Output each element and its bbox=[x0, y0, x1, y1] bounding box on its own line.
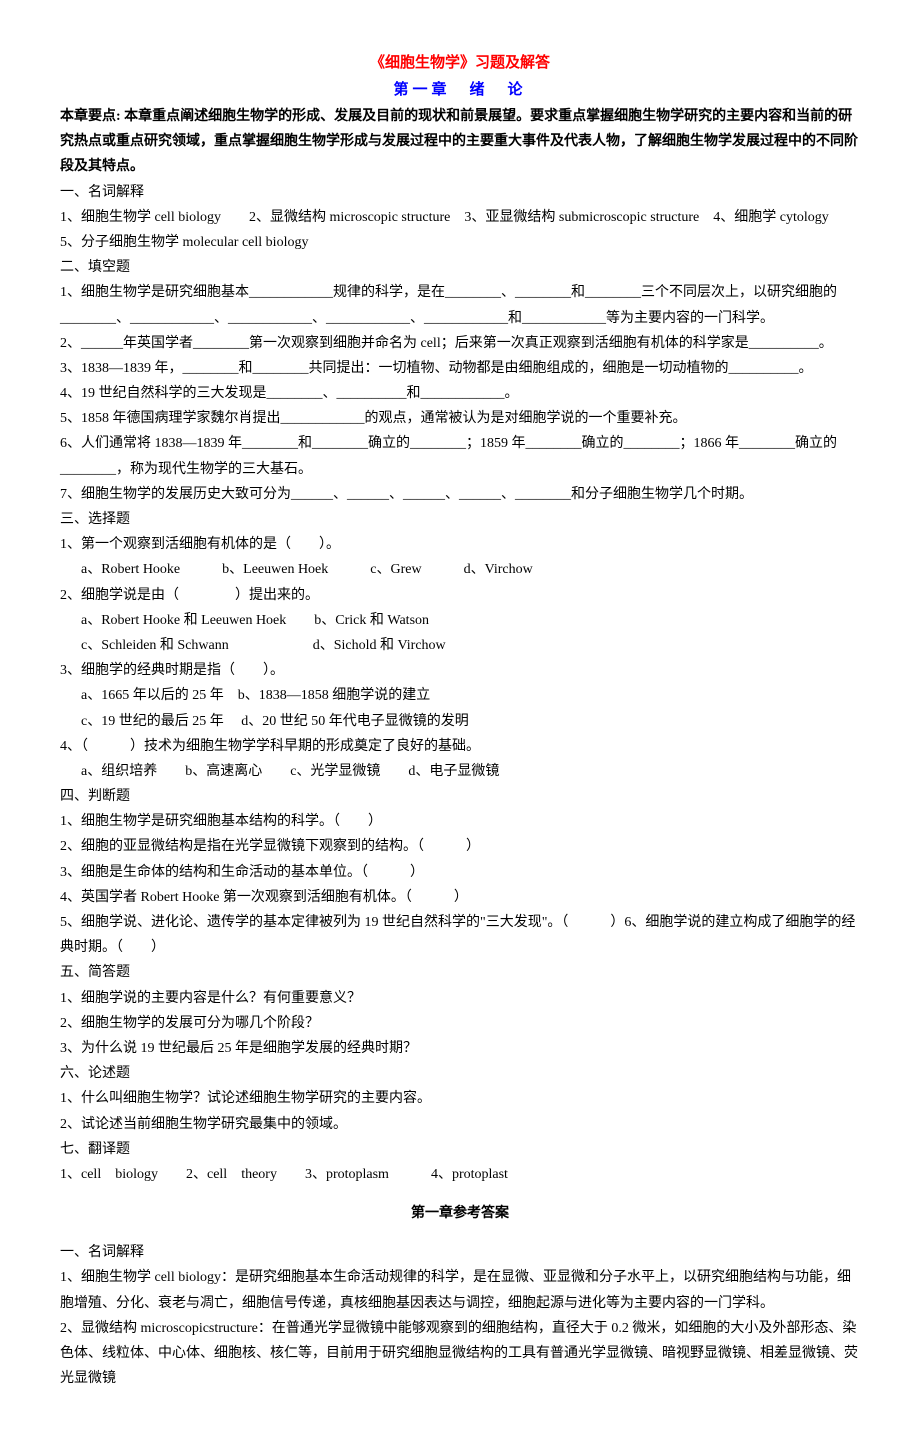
term-list-2: 5、分子细胞生物学 molecular cell biology bbox=[60, 230, 860, 255]
ans-term-2: 2、显微结构 microscopicstructure：在普通光学显微镜中能够观… bbox=[60, 1316, 860, 1392]
mc-q4-stem: 4、（ ）技术为细胞生物学学科早期的形成奠定了良好的基础。 bbox=[60, 734, 860, 759]
sa-1: 1、细胞学说的主要内容是什么？有何重要意义？ bbox=[60, 986, 860, 1011]
fill-7: 7、细胞生物学的发展历史大致可分为______、______、______、__… bbox=[60, 482, 860, 507]
mc-q3-opt1: a、1665 年以后的 25 年 b、1838—1858 细胞学说的建立 bbox=[60, 683, 860, 708]
fill-5: 5、1858 年德国病理学家魏尔肖提出____________的观点，通常被认为… bbox=[60, 406, 860, 431]
mc-q2-stem: 2、细胞学说是由（ ）提出来的。 bbox=[60, 583, 860, 608]
mc-q1-stem: 1、第一个观察到活细胞有机体的是（ ）。 bbox=[60, 532, 860, 557]
keypoints: 本章要点: 本章重点阐述细胞生物学的形成、发展及目前的现状和前景展望。要求重点掌… bbox=[60, 104, 860, 180]
fill-1: 1、细胞生物学是研究细胞基本____________规律的科学，是在______… bbox=[60, 280, 860, 330]
essay-1: 1、什么叫细胞生物学？试论述细胞生物学研究的主要内容。 bbox=[60, 1086, 860, 1111]
tf-5-6: 5、细胞学说、进化论、遗传学的基本定律被列为 19 世纪自然科学的"三大发现"。… bbox=[60, 910, 860, 960]
mc-q2-opt2: c、Schleiden 和 Schwann d、Sichold 和 Vircho… bbox=[60, 633, 860, 658]
tf-1: 1、细胞生物学是研究细胞基本结构的科学。（ ） bbox=[60, 809, 860, 834]
keypoints-text: 本章重点阐述细胞生物学的形成、发展及目前的现状和前景展望。要求重点掌握细胞生物学… bbox=[60, 109, 858, 174]
keypoints-label: 本章要点: bbox=[60, 109, 121, 124]
mc-q3-opt2: c、19 世纪的最后 25 年 d、20 世纪 50 年代电子显微镜的发明 bbox=[60, 709, 860, 734]
chapter-title: 第一章 绪 论 bbox=[60, 77, 860, 104]
term-list-1: 1、细胞生物学 cell biology 2、显微结构 microscopic … bbox=[60, 205, 860, 230]
fill-3: 3、1838—1839 年，________和________共同提出：一切植物… bbox=[60, 356, 860, 381]
answer-title: 第一章参考答案 bbox=[60, 1201, 860, 1226]
essay-2: 2、试论述当前细胞生物学研究最集中的领域。 bbox=[60, 1112, 860, 1137]
translate-1: 1、cell biology 2、cell theory 3、protoplas… bbox=[60, 1162, 860, 1187]
mc-q2-opt1: a、Robert Hooke 和 Leeuwen Hoek b、Crick 和 … bbox=[60, 608, 860, 633]
sa-3: 3、为什么说 19 世纪最后 25 年是细胞学发展的经典时期？ bbox=[60, 1036, 860, 1061]
fill-6: 6、人们通常将 1838—1839 年________和________确立的_… bbox=[60, 431, 860, 481]
tf-3: 3、细胞是生命体的结构和生命活动的基本单位。（ ） bbox=[60, 860, 860, 885]
section-heading: 二、填空题 bbox=[60, 255, 860, 280]
fill-4: 4、19 世纪自然科学的三大发现是________、__________和___… bbox=[60, 381, 860, 406]
mc-q4-opts: a、组织培养 b、高速离心 c、光学显微镜 d、电子显微镜 bbox=[60, 759, 860, 784]
sa-2: 2、细胞生物学的发展可分为哪几个阶段？ bbox=[60, 1011, 860, 1036]
fill-2: 2、______年英国学者________第一次观察到细胞并命名为 cell；后… bbox=[60, 331, 860, 356]
section-heading: 三、选择题 bbox=[60, 507, 860, 532]
ans-section-heading: 一、名词解释 bbox=[60, 1240, 860, 1265]
section-heading: 一、名词解释 bbox=[60, 180, 860, 205]
ans-term-1: 1、细胞生物学 cell biology：是研究细胞基本生命活动规律的科学，是在… bbox=[60, 1265, 860, 1315]
section-heading: 六、论述题 bbox=[60, 1061, 860, 1086]
doc-title: 《细胞生物学》习题及解答 bbox=[60, 50, 860, 77]
tf-2: 2、细胞的亚显微结构是指在光学显微镜下观察到的结构。（ ） bbox=[60, 834, 860, 859]
section-heading: 四、判断题 bbox=[60, 784, 860, 809]
mc-q3-stem: 3、细胞学的经典时期是指（ ）。 bbox=[60, 658, 860, 683]
tf-4: 4、英国学者 Robert Hooke 第一次观察到活细胞有机体。（ ） bbox=[60, 885, 860, 910]
mc-q1-opts: a、Robert Hooke b、Leeuwen Hoek c、Grew d、V… bbox=[60, 557, 860, 582]
section-heading: 五、简答题 bbox=[60, 960, 860, 985]
section-heading: 七、翻译题 bbox=[60, 1137, 860, 1162]
